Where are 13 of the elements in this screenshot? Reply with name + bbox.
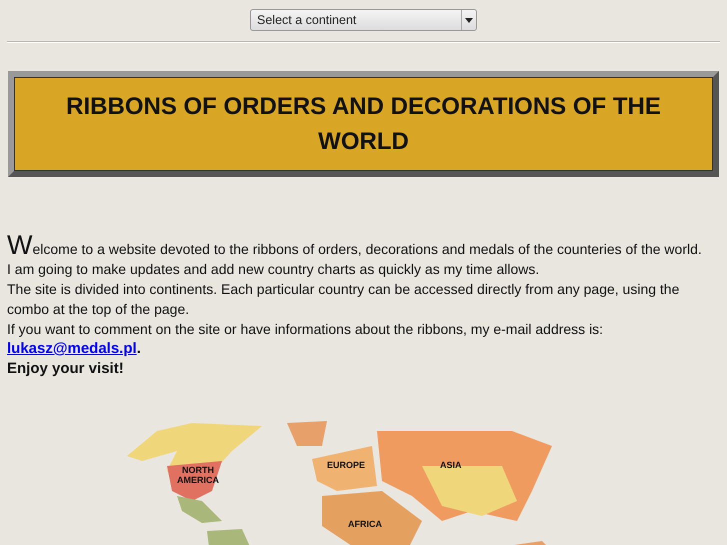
map-label: ASIA xyxy=(440,460,462,470)
punctuation: . xyxy=(136,340,141,357)
paragraph: The site is divided into continents. Each particular country can be accessed directly from any page, using the combo at the top of the page. xyxy=(7,280,680,319)
welcome-text: Welcome to a website devoted to the ribbons of orders, decorations and medals of the counteries of the world. xyxy=(7,235,703,259)
continent-select[interactable]: Select a continent xyxy=(250,9,477,31)
map-label: AFRICA xyxy=(348,519,382,529)
paragraph: If you want to comment on the site or have informations about the ribbons, my e-mail address is: xyxy=(7,320,604,339)
email-link[interactable]: lukasz@medals.pl xyxy=(7,340,137,357)
caret-icon xyxy=(461,10,476,30)
closing-text: Enjoy your visit! xyxy=(7,359,125,379)
paragraph: I am going to make updates and add new country charts as quickly as my time allows. xyxy=(7,260,540,279)
title-banner: RIBBONS OF ORDERS AND DECORATIONS OF THE WORLD xyxy=(8,71,719,177)
map-label: EUROPE xyxy=(327,460,366,470)
